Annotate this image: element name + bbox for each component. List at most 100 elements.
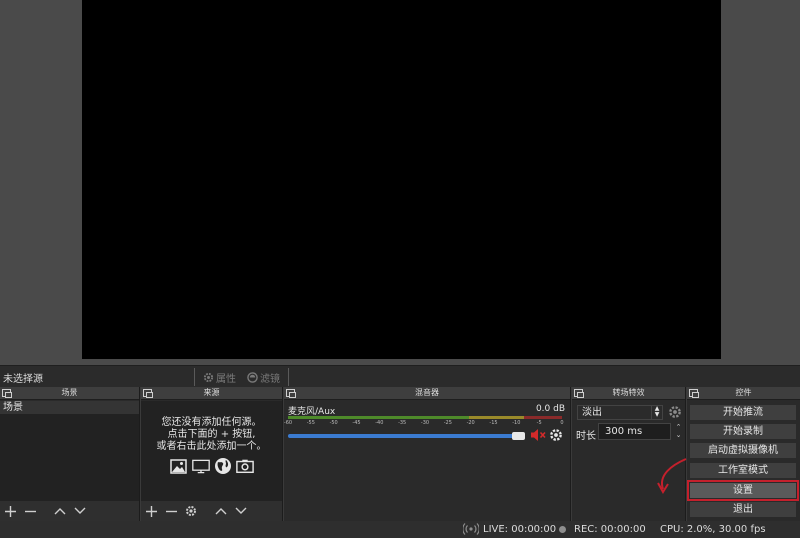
- filter-icon: [247, 372, 258, 383]
- sources-empty-message: 您还没有添加任何源。 点击下面的 + 按钮, 或者右击此处添加一个。: [156, 417, 267, 452]
- annotation-arrow: [657, 458, 687, 494]
- start-virtual-camera-button[interactable]: 启动虚拟摄像机: [689, 442, 797, 459]
- start-recording-button[interactable]: 开始录制: [689, 423, 797, 440]
- undock-icon[interactable]: [2, 389, 12, 398]
- meter-tick-label: -30: [420, 420, 430, 426]
- live-timer: LIVE: 00:00:00: [483, 524, 557, 535]
- duration-label: 时长: [576, 431, 596, 442]
- audio-mixer-panel: 混音器 麦克风/Aux 0.0 dB -60 -55 -50 -45 -40 -35 -30…: [284, 387, 571, 521]
- audio-mixer-panel-title: 混音器: [284, 387, 570, 400]
- image-icon: [170, 457, 188, 475]
- source-settings-button[interactable]: [181, 502, 201, 520]
- properties-button[interactable]: 属性: [203, 370, 236, 385]
- gear-icon[interactable]: [668, 405, 682, 422]
- remove-scene-button[interactable]: [20, 502, 40, 520]
- meter-tick-label: 0: [560, 420, 564, 426]
- meter-tick-label: -35: [398, 420, 407, 426]
- chevron-up-icon[interactable]: ⌃: [673, 423, 684, 431]
- minus-icon: [24, 510, 36, 512]
- scenes-list: 场景: [0, 401, 139, 501]
- exit-button[interactable]: 退出: [689, 501, 797, 518]
- mixer-channel-level: 0.0 dB: [535, 404, 565, 414]
- source-type-icons: [141, 457, 282, 475]
- record-dot-icon: [559, 526, 566, 533]
- sources-footer: [141, 501, 282, 521]
- undock-icon[interactable]: [286, 389, 296, 398]
- add-scene-button[interactable]: [0, 502, 20, 520]
- studio-mode-button[interactable]: 工作室模式: [689, 462, 797, 479]
- dock-area: 场景 场景 来源 您还没有添加任何源。 点击下面的 + 按钮, 或者右击此处添加…: [0, 387, 800, 521]
- gear-icon[interactable]: [549, 428, 563, 445]
- rec-timer: REC: 00:00:00: [574, 524, 646, 535]
- source-toolbar: 未选择源 属性 滤镜: [0, 365, 800, 387]
- broadcast-icon: [462, 523, 480, 538]
- properties-label: 属性: [216, 374, 236, 385]
- chevron-updown-icon: ▲ ▼: [651, 406, 662, 419]
- move-scene-up-button[interactable]: [50, 502, 70, 520]
- no-source-selected-label: 未选择源: [3, 374, 43, 385]
- remove-source-button[interactable]: [161, 502, 181, 520]
- add-source-button[interactable]: [141, 502, 161, 520]
- scenes-panel: 场景 场景: [0, 387, 140, 521]
- sources-panel: 来源 您还没有添加任何源。 点击下面的 + 按钮, 或者右击此处添加一个。: [141, 387, 283, 521]
- meter-tick-label: -60: [283, 420, 293, 426]
- volume-meter: [288, 416, 562, 419]
- gear-icon: [186, 506, 196, 516]
- monitor-icon: [191, 457, 210, 475]
- cpu-fps-readout: CPU: 2.0%, 30.00 fps: [660, 524, 766, 535]
- sources-panel-title: 来源: [141, 387, 282, 400]
- controls-panel-title: 控件: [687, 387, 800, 400]
- toolbar-divider: [194, 368, 195, 386]
- scenes-footer: [0, 501, 139, 521]
- volume-meter-ticks: -60 -55 -50 -45 -40 -35 -30 -25 -20 -15 -10 -5 0: [284, 420, 564, 428]
- meter-tick-label: -15: [489, 420, 498, 426]
- move-source-down-button[interactable]: [231, 502, 251, 520]
- meter-tick-label: -20: [466, 420, 475, 426]
- sources-list[interactable]: 您还没有添加任何源。 点击下面的 + 按钮, 或者右击此处添加一个。: [141, 401, 282, 501]
- meter-tick-label: -55: [306, 420, 315, 426]
- mixer-channel: 麦克风/Aux 0.0 dB -60 -55 -50 -45 -40 -35 -30 -25-…: [284, 401, 570, 521]
- chevron-down-icon: [235, 507, 247, 514]
- scenes-panel-title: 场景: [0, 387, 139, 400]
- filters-button[interactable]: 滤镜: [247, 370, 280, 385]
- speaker-muted-icon[interactable]: [530, 428, 547, 445]
- meter-tick-label: -50: [329, 420, 338, 426]
- meter-tick-label: -40: [375, 420, 384, 426]
- start-streaming-button[interactable]: 开始推流: [689, 404, 797, 421]
- chevron-down-icon[interactable]: ⌄: [673, 431, 684, 439]
- minus-icon: [165, 510, 177, 512]
- toolbar-divider: [288, 368, 289, 386]
- preview-area: [0, 0, 800, 365]
- move-source-up-button[interactable]: [211, 502, 231, 520]
- plus-icon: [145, 505, 157, 517]
- transitions-panel: 转场特效 淡出 ▲ ▼ 时长 300 ms ⌃ ⌄: [572, 387, 686, 521]
- meter-tick-label: -10: [512, 420, 521, 426]
- undock-icon[interactable]: [574, 389, 584, 398]
- chevron-up-icon: [215, 508, 227, 515]
- duration-input[interactable]: 300 ms: [598, 423, 671, 440]
- undock-icon[interactable]: [143, 389, 153, 398]
- volume-slider-track[interactable]: [288, 434, 524, 438]
- meter-tick-label: -45: [352, 420, 361, 426]
- transitions-panel-title: 转场特效: [572, 387, 685, 400]
- undock-icon[interactable]: [689, 389, 699, 398]
- duration-stepper[interactable]: ⌃ ⌄: [673, 423, 684, 440]
- meter-tick-label: -25: [443, 420, 452, 426]
- plus-icon: [4, 505, 16, 517]
- controls-panel: 控件 开始推流 开始录制 启动虚拟摄像机 工作室模式 设置 退出: [687, 387, 800, 521]
- chevron-up-icon: [54, 508, 66, 515]
- meter-tick-label: -5: [536, 420, 542, 426]
- volume-slider-handle[interactable]: [512, 432, 525, 440]
- globe-icon: [214, 457, 232, 475]
- scene-item[interactable]: 场景: [0, 401, 139, 414]
- gear-icon: [203, 372, 214, 383]
- move-scene-down-button[interactable]: [70, 502, 90, 520]
- preview-canvas[interactable]: [82, 0, 721, 359]
- transition-select[interactable]: 淡出 ▲ ▼: [577, 405, 663, 420]
- camera-icon: [235, 457, 254, 475]
- settings-button[interactable]: 设置: [687, 480, 799, 501]
- filters-label: 滤镜: [260, 374, 280, 385]
- controls-body: 开始推流 开始录制 启动虚拟摄像机 工作室模式 设置 退出: [687, 401, 800, 521]
- status-bar: LIVE: 00:00:00 REC: 00:00:00 CPU: 2.0%, …: [0, 521, 800, 538]
- chevron-down-icon: [74, 507, 86, 514]
